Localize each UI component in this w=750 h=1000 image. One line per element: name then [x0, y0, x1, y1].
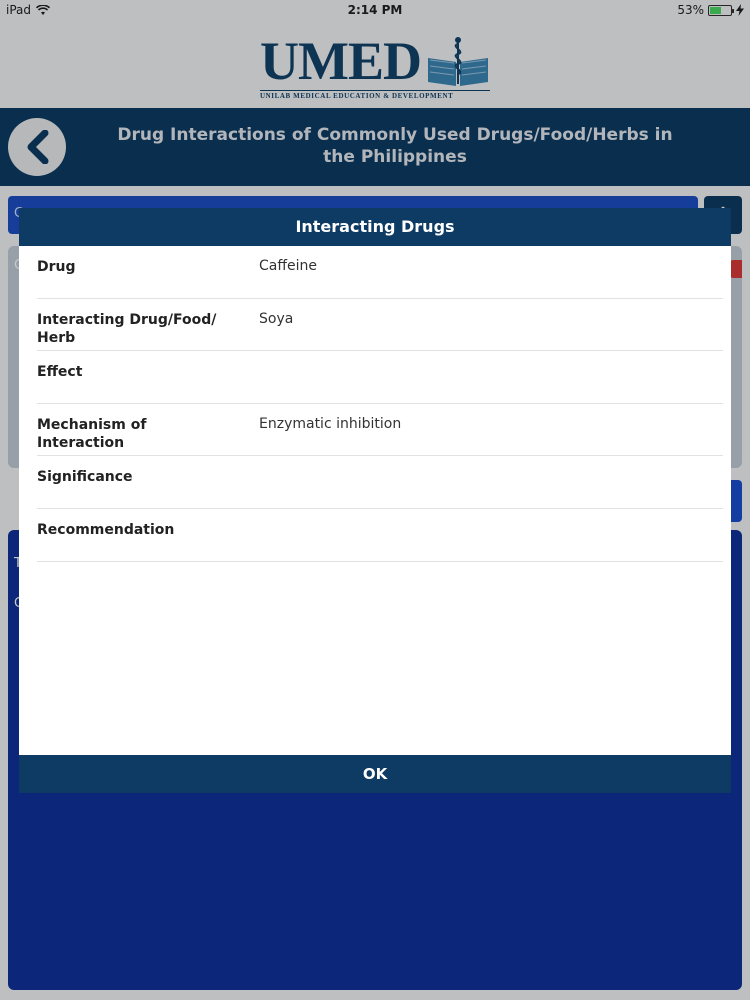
row-label: Drug	[37, 259, 76, 275]
row-label: Effect	[37, 364, 83, 381]
row-label: Interacting Drug/Food/ Herb	[37, 311, 217, 346]
row-value: Soya	[259, 310, 294, 327]
row-label: Significance	[37, 469, 133, 486]
dialog-body: Drug Caffeine Interacting Drug/Food/ Her…	[19, 246, 731, 755]
row-value: Enzymatic inhibition	[259, 415, 402, 432]
detail-row-drug: Drug Caffeine	[37, 246, 723, 299]
detail-row-interacting-drug: Interacting Drug/Food/ Herb Soya	[37, 299, 723, 352]
detail-row-significance: Significance	[37, 456, 723, 509]
detail-row-mechanism: Mechanism of Interaction Enzymatic inhib…	[37, 404, 723, 457]
row-label: Mechanism of Interaction	[37, 416, 147, 451]
ok-button[interactable]: OK	[19, 755, 731, 793]
detail-row-recommendation: Recommendation	[37, 509, 723, 562]
row-value: Caffeine	[259, 258, 317, 274]
detail-row-effect: Effect	[37, 351, 723, 404]
interacting-drugs-dialog: Interacting Drugs Drug Caffeine Interact…	[19, 208, 731, 793]
dialog-title: Interacting Drugs	[19, 208, 731, 246]
row-label: Recommendation	[37, 521, 175, 538]
